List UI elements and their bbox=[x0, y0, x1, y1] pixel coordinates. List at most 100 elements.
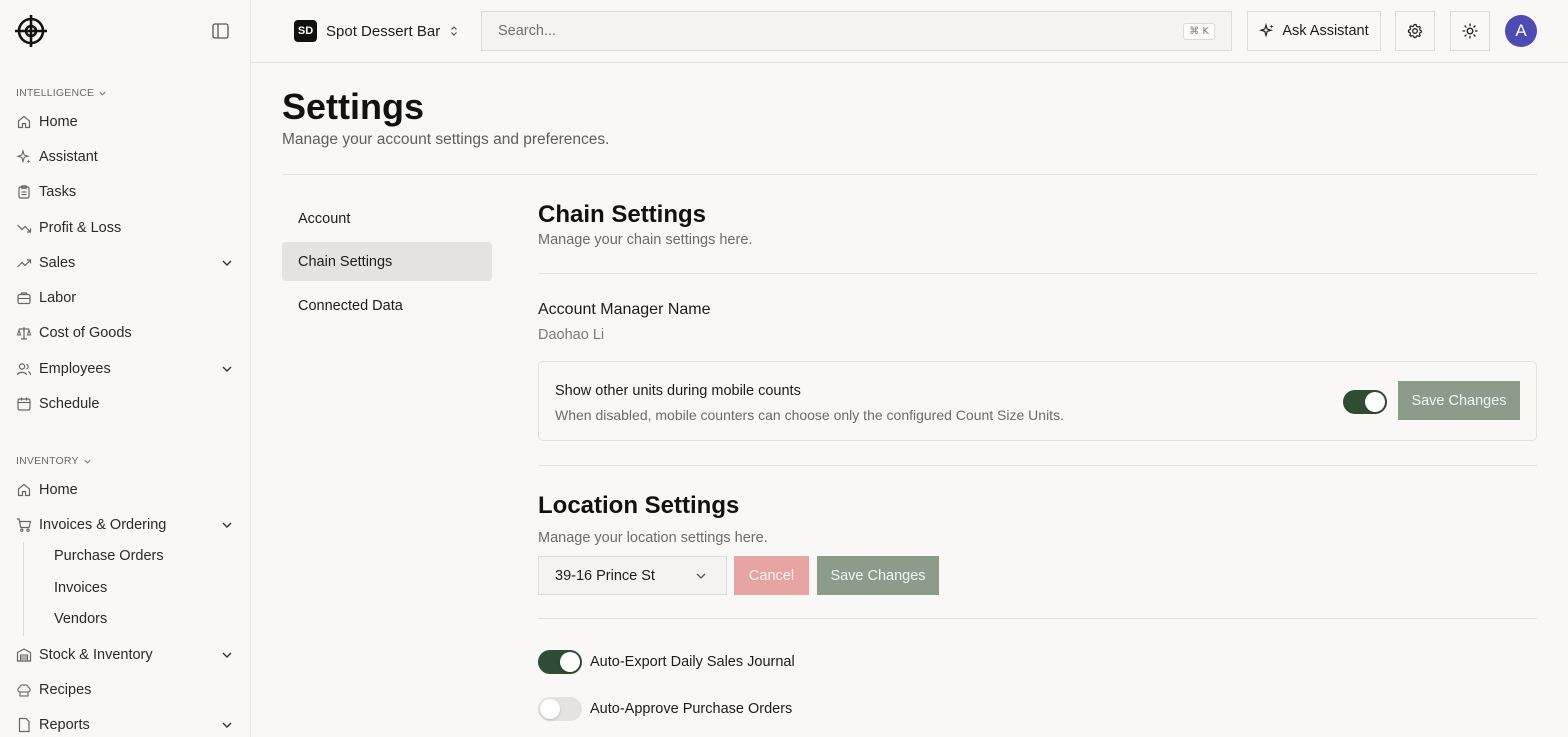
toggle-knob bbox=[560, 652, 580, 672]
sidebar-item-label: Home bbox=[39, 482, 78, 498]
sidebar-item-labor[interactable]: Labor bbox=[16, 284, 236, 312]
sidebar-item-label: Invoices & Ordering bbox=[39, 517, 167, 533]
calendar-icon bbox=[16, 396, 32, 412]
sidebar-item-sales[interactable]: Sales bbox=[16, 249, 236, 277]
sidebar-item-recipes[interactable]: Recipes bbox=[16, 676, 236, 704]
chevron-down-icon bbox=[99, 91, 106, 96]
sidebar-item-label: Cost of Goods bbox=[39, 325, 132, 341]
tab-connected-data[interactable]: Connected Data bbox=[282, 286, 492, 325]
auto-approve-label: Auto-Approve Purchase Orders bbox=[590, 701, 793, 717]
topbar: SD Spot Dessert Bar ⌘ K Ask Assistant A bbox=[251, 0, 1568, 63]
chevron-down-icon[interactable] bbox=[220, 718, 234, 732]
home-icon bbox=[16, 482, 32, 498]
account-manager-label: Account Manager Name bbox=[538, 301, 711, 318]
settings-button[interactable] bbox=[1395, 11, 1435, 51]
divider bbox=[538, 273, 1537, 274]
chevron-down-icon[interactable] bbox=[220, 518, 234, 532]
search-bar[interactable]: ⌘ K bbox=[481, 11, 1232, 51]
tab-account[interactable]: Account bbox=[282, 199, 492, 238]
submenu-guide-line bbox=[23, 542, 24, 636]
divider bbox=[538, 465, 1537, 466]
sidebar-item-label: Tasks bbox=[39, 184, 77, 200]
org-name: Spot Dessert Bar bbox=[326, 22, 441, 40]
clipboard-icon bbox=[16, 184, 32, 200]
search-input[interactable] bbox=[498, 23, 1184, 39]
location-select[interactable]: 39-16 Prince St bbox=[538, 556, 727, 595]
avatar[interactable]: A bbox=[1505, 15, 1537, 47]
sidebar-toggle-icon[interactable] bbox=[212, 23, 229, 39]
sun-icon bbox=[1462, 23, 1478, 39]
sidebar-item-employees[interactable]: Employees bbox=[16, 355, 236, 383]
gear-icon bbox=[1407, 23, 1423, 39]
chain-settings-subtitle: Manage your chain settings here. bbox=[538, 232, 753, 248]
mobile-units-title: Show other units during mobile counts bbox=[555, 383, 801, 399]
sidebar-item-label: Sales bbox=[39, 255, 76, 271]
sidebar-subitem-purchase-orders[interactable]: Purchase Orders bbox=[54, 548, 164, 564]
warehouse-icon bbox=[16, 647, 32, 663]
chain-save-button[interactable]: Save Changes bbox=[1398, 381, 1520, 420]
chevrons-up-down-icon bbox=[451, 26, 458, 36]
page-subtitle: Manage your account settings and prefere… bbox=[282, 131, 610, 148]
location-select-value: 39-16 Prince St bbox=[555, 567, 655, 584]
trending-down-icon bbox=[16, 220, 32, 236]
sidebar-item-label: Recipes bbox=[39, 682, 92, 698]
sidebar-item-label: Stock & Inventory bbox=[39, 647, 153, 663]
location-settings-subtitle: Manage your location settings here. bbox=[538, 530, 768, 546]
chain-settings-title: Chain Settings bbox=[538, 201, 707, 228]
org-switcher[interactable]: SD Spot Dessert Bar bbox=[294, 20, 459, 42]
sidebar-subitem-vendors[interactable]: Vendors bbox=[54, 611, 107, 627]
sidebar-item-reports[interactable]: Reports bbox=[16, 711, 236, 737]
sidebar-item-home[interactable]: Home bbox=[16, 108, 236, 136]
chef-hat-icon bbox=[16, 682, 32, 698]
location-save-button[interactable]: Save Changes bbox=[817, 556, 939, 595]
ask-assistant-label: Ask Assistant bbox=[1282, 23, 1369, 39]
toggle-knob bbox=[540, 699, 560, 719]
mobile-units-toggle[interactable] bbox=[1343, 390, 1387, 414]
divider bbox=[282, 174, 1537, 175]
sidebar: INTELLIGENCE Home Assistant Tasks Profit… bbox=[0, 0, 251, 737]
logo-icon[interactable] bbox=[14, 14, 48, 48]
divider bbox=[538, 618, 1537, 619]
auto-approve-toggle[interactable] bbox=[538, 697, 582, 721]
sidebar-item-label: Assistant bbox=[39, 149, 98, 165]
page-title: Settings bbox=[282, 86, 425, 127]
sidebar-subitem-invoices[interactable]: Invoices bbox=[54, 580, 107, 596]
sidebar-item-label: Reports bbox=[39, 717, 90, 733]
sidebar-item-schedule[interactable]: Schedule bbox=[16, 390, 236, 418]
users-icon bbox=[16, 361, 32, 377]
location-cancel-button[interactable]: Cancel bbox=[734, 556, 809, 595]
cart-icon bbox=[16, 517, 32, 533]
toggle-knob bbox=[1365, 392, 1385, 412]
chevron-down-icon[interactable] bbox=[220, 648, 234, 662]
account-manager-value: Daohao Li bbox=[538, 327, 605, 343]
chevron-down-icon[interactable] bbox=[220, 256, 234, 270]
sidebar-item-assistant[interactable]: Assistant bbox=[16, 143, 236, 171]
chevron-down-icon bbox=[84, 459, 91, 464]
sidebar-item-label: Labor bbox=[39, 290, 77, 306]
theme-toggle-button[interactable] bbox=[1450, 11, 1490, 51]
home-icon bbox=[16, 114, 32, 130]
tab-chain-settings[interactable]: Chain Settings bbox=[282, 242, 492, 281]
auto-export-label: Auto-Export Daily Sales Journal bbox=[590, 654, 795, 670]
section-label-text: INVENTORY bbox=[16, 455, 79, 467]
search-shortcut: ⌘ K bbox=[1183, 22, 1215, 40]
sidebar-item-stock-inventory[interactable]: Stock & Inventory bbox=[16, 641, 236, 669]
trending-up-icon bbox=[16, 255, 32, 271]
sidebar-item-inventory-home[interactable]: Home bbox=[16, 476, 236, 504]
auto-export-toggle[interactable] bbox=[538, 650, 582, 674]
mobile-units-description: When disabled, mobile counters can choos… bbox=[555, 407, 1064, 423]
sidebar-item-tasks[interactable]: Tasks bbox=[16, 178, 236, 206]
sidebar-item-label: Home bbox=[39, 114, 78, 130]
location-settings-title: Location Settings bbox=[538, 492, 740, 519]
sidebar-item-invoices-ordering[interactable]: Invoices & Ordering bbox=[16, 511, 236, 539]
section-label-intelligence[interactable]: INTELLIGENCE bbox=[16, 87, 107, 99]
briefcase-icon bbox=[16, 290, 32, 306]
section-label-inventory[interactable]: INVENTORY bbox=[16, 455, 92, 467]
sidebar-item-profit-loss[interactable]: Profit & Loss bbox=[16, 214, 236, 242]
sidebar-item-cost-of-goods[interactable]: Cost of Goods bbox=[16, 319, 236, 347]
chevron-down-icon[interactable] bbox=[220, 362, 234, 376]
sidebar-item-label: Employees bbox=[39, 361, 111, 377]
chevron-down-icon bbox=[696, 573, 706, 579]
file-icon bbox=[16, 717, 32, 733]
ask-assistant-button[interactable]: Ask Assistant bbox=[1247, 11, 1381, 51]
